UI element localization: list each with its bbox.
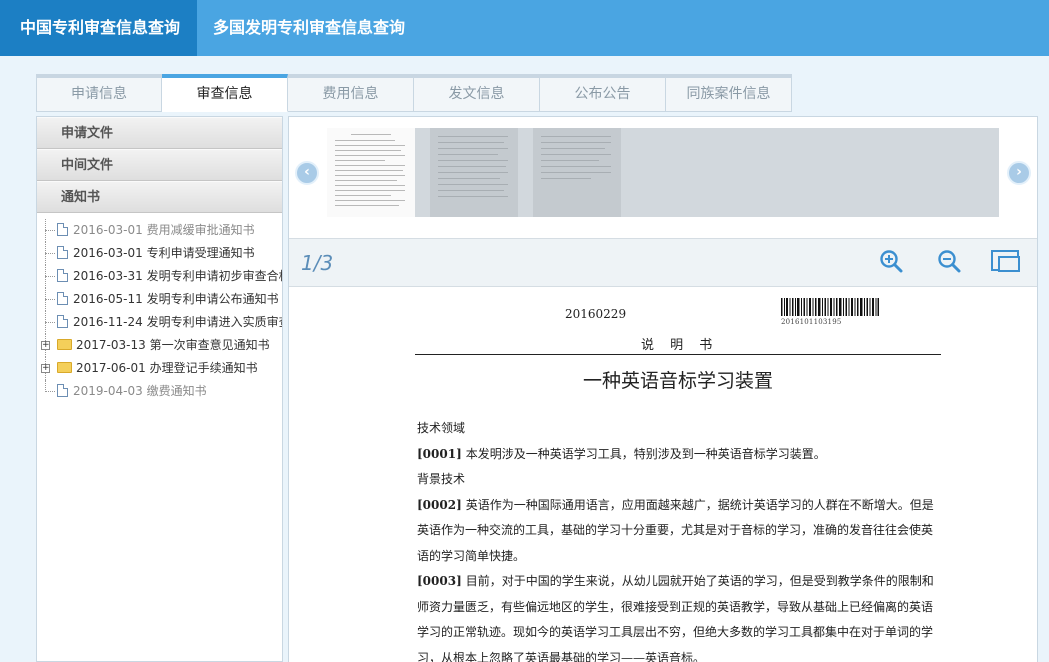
topnav-multinational-patent-query[interactable]: 多国发明专利审查信息查询 bbox=[197, 0, 421, 56]
page-toolbar: 1/3 bbox=[289, 239, 1037, 287]
info-tabs: 申请信息 审查信息 费用信息 发文信息 公布公告 同族案件信息 bbox=[36, 74, 792, 112]
notice-item[interactable]: 2016-03-01 专利申请受理通知书 bbox=[37, 242, 282, 265]
barcode-number: 2016101103195 bbox=[781, 318, 842, 326]
tab-fee-info[interactable]: 费用信息 bbox=[288, 74, 414, 112]
thumbnail-strip bbox=[327, 128, 999, 217]
document-body: 技术领域 [0001] 本发明涉及一种英语学习工具，特别涉及到一种英语音标学习装置… bbox=[417, 416, 943, 662]
barcode-image bbox=[781, 298, 879, 316]
notice-item[interactable]: 2016-11-24 发明专利申请进入实质审查阶段通知书 bbox=[37, 311, 282, 334]
notice-item[interactable]: 2016-05-11 发明专利申请公布通知书 bbox=[37, 288, 282, 311]
notice-tree: 2016-03-01 费用减缓审批通知书 2016-03-01 专利申请受理通知… bbox=[37, 213, 282, 403]
document-subtitle: 说 明 书 bbox=[641, 338, 719, 353]
document-title: 一种英语音标学习装置 bbox=[582, 370, 773, 392]
thumbnail-bar: ‹ › bbox=[289, 117, 1037, 239]
paragraph: [0002] 英语作为一种国际通用语言，应用面越来越广，据统计英语学习的人群在不断… bbox=[417, 497, 934, 563]
paragraph-number: [0001] bbox=[417, 446, 462, 461]
notice-folder-item[interactable]: + 2017-06-01 办理登记手续通知书 bbox=[37, 357, 282, 380]
topnav-china-patent-query[interactable]: 中国专利审查信息查询 bbox=[0, 0, 197, 56]
section-intermediate-files[interactable]: 中间文件 bbox=[37, 149, 282, 181]
document-sidebar: 申请文件 中间文件 通知书 2016-03-01 费用减缓审批通知书 2016-… bbox=[36, 116, 283, 662]
top-nav-bar: 中国专利审查信息查询 多国发明专利审查信息查询 bbox=[0, 0, 1049, 56]
prev-arrow-icon[interactable]: ‹ bbox=[295, 161, 319, 185]
tab-examination-info[interactable]: 审查信息 bbox=[162, 74, 288, 112]
page-thumbnail[interactable] bbox=[430, 128, 518, 217]
fit-page-icon[interactable] bbox=[991, 247, 1021, 277]
paragraph-number: [0002] bbox=[417, 497, 462, 512]
notice-item[interactable]: 2016-03-31 发明专利申请初步审查合格通知书 bbox=[37, 265, 282, 288]
folder-icon bbox=[57, 339, 72, 350]
file-icon bbox=[57, 269, 68, 282]
page-indicator: 1/3 bbox=[301, 251, 334, 275]
next-arrow-icon[interactable]: › bbox=[1007, 161, 1031, 185]
section-heading: 背景技术 bbox=[417, 472, 466, 486]
file-icon bbox=[57, 223, 68, 236]
expand-icon[interactable]: + bbox=[41, 341, 50, 350]
tab-application-info[interactable]: 申请信息 bbox=[36, 74, 162, 112]
tab-dispatch-info[interactable]: 发文信息 bbox=[414, 74, 540, 112]
file-icon bbox=[57, 292, 68, 305]
page-thumbnail[interactable] bbox=[327, 128, 415, 217]
notice-item[interactable]: 2019-04-03 缴费通知书 bbox=[37, 380, 282, 403]
title-rule bbox=[415, 354, 941, 355]
section-heading: 技术领域 bbox=[417, 421, 466, 435]
zoom-in-icon[interactable] bbox=[877, 247, 907, 277]
file-icon bbox=[57, 246, 68, 259]
notice-item[interactable]: 2016-03-01 费用减缓审批通知书 bbox=[37, 219, 282, 242]
file-icon bbox=[57, 315, 68, 328]
document-viewer: ‹ › 1/3 20160229 2016101103195 说 明 书 一种英… bbox=[288, 116, 1038, 662]
paragraph: [0001] 本发明涉及一种英语学习工具，特别涉及到一种英语音标学习装置。 bbox=[417, 446, 826, 461]
tab-family-cases[interactable]: 同族案件信息 bbox=[666, 74, 792, 112]
expand-icon[interactable]: + bbox=[41, 364, 50, 373]
section-application-files[interactable]: 申请文件 bbox=[37, 117, 282, 149]
document-page: 20160229 2016101103195 说 明 书 一种英语音标学习装置 … bbox=[289, 288, 1037, 662]
file-icon bbox=[57, 384, 68, 397]
paragraph: [0003] 目前，对于中国的学生来说，从幼儿园就开始了英语的学习，但是受到教学条… bbox=[417, 574, 934, 662]
tab-publication-notice[interactable]: 公布公告 bbox=[540, 74, 666, 112]
notice-folder-item[interactable]: + 2017-03-13 第一次审查意见通知书 bbox=[37, 334, 282, 357]
zoom-out-icon[interactable] bbox=[935, 247, 965, 277]
folder-icon bbox=[57, 362, 72, 373]
document-date: 20160229 bbox=[565, 307, 627, 321]
paragraph-number: [0003] bbox=[417, 574, 462, 588]
section-notices[interactable]: 通知书 bbox=[37, 181, 282, 213]
page-thumbnail[interactable] bbox=[533, 128, 621, 217]
